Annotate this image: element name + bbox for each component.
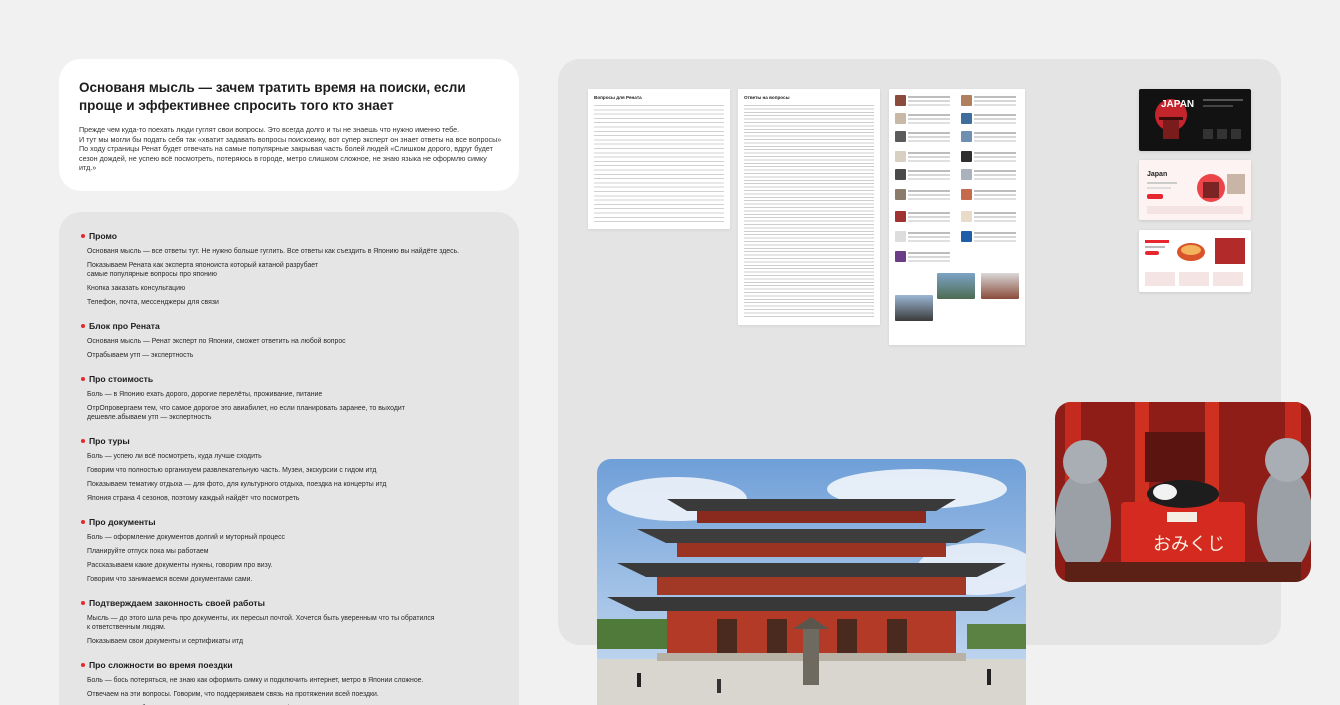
bullet-icon (81, 324, 85, 328)
section-title-label: Подтверждаем законность своей работы (89, 598, 265, 608)
outline-section: Промо Основаня мысль — все ответы тут. Не… (81, 230, 499, 307)
section-item: Отрабываем утп — экспертность (87, 352, 194, 359)
result-item (961, 151, 1017, 167)
site2-logo: Japan (1147, 171, 1167, 178)
result-item (895, 251, 951, 267)
result-item (961, 169, 1017, 185)
section-title: Блок про Рената (81, 320, 499, 332)
section-title-label: Про туры (89, 436, 130, 446)
result-item (895, 113, 951, 129)
result-item (961, 113, 1017, 129)
lucky-cats-photo-art: おみくじ (1055, 402, 1311, 582)
section-title: Промо (81, 230, 499, 242)
temple-photo (597, 459, 1026, 705)
questions-document-title: Вопросы для Рената (594, 95, 642, 100)
result-photo (895, 295, 933, 321)
result-item (895, 189, 951, 205)
bullet-icon (81, 601, 85, 605)
temple-photo-art (597, 459, 1026, 705)
result-item (961, 189, 1017, 205)
section-item: Говорим что полностью организуем развлек… (87, 467, 377, 474)
result-photo (937, 273, 975, 299)
section-title: Про туры (81, 435, 499, 447)
outline-section: Про документы Боль — оформление документо… (81, 516, 499, 584)
section-item: Говорим что занимаемся всеми документами… (87, 576, 253, 583)
intro-text: Прежде чем куда-то поехать люди гуглят с… (79, 125, 502, 173)
cats-sign-text: おみくじ (1153, 534, 1225, 555)
section-item: Основаня мысль — Ренат эксперт по Японии… (87, 338, 346, 345)
outline-section: Блок про Рената Основаня мысль — Ренат эк… (81, 320, 499, 360)
result-photo (981, 273, 1019, 299)
site-thumbnail-dark[interactable]: JAPAN (1139, 89, 1251, 151)
intro-card: Основаня мысль — зачем тратить время на … (59, 59, 519, 191)
bullet-icon (81, 439, 85, 443)
section-title-label: Промо (89, 231, 118, 241)
site-thumbnail-light[interactable]: Japan (1139, 160, 1251, 220)
section-item: Отвечаем на эти вопросы. Говорим, что по… (87, 691, 379, 698)
section-title: Подтверждаем законность своей работы (81, 597, 499, 609)
result-item (895, 95, 951, 111)
section-title: Про стоимость (81, 373, 499, 385)
section-title-label: Про документы (89, 517, 156, 527)
result-item (961, 131, 1017, 147)
bullet-icon (81, 663, 85, 667)
result-item (895, 169, 951, 185)
outline-card: Промо Основаня мысль — все ответы тут. Не… (59, 212, 519, 705)
outline-section: Про туры Боль — успею ли всё посмотреть, … (81, 435, 499, 503)
section-item: Телефон, почта, мессенджеры для связи (87, 299, 219, 306)
section-title-label: Про сложности во время поездки (89, 660, 233, 670)
result-item (895, 131, 951, 147)
intro-title: Основаня мысль — зачем тратить время на … (79, 80, 466, 113)
result-item (895, 211, 951, 227)
section-item: Планируйте отпуск пока мы работаем (87, 548, 209, 555)
section-item: Кнопка заказать консультацию (87, 285, 186, 292)
section-item: ОтрОпровергаем тем, что самое дорогое эт… (87, 405, 405, 421)
outline-section: Про стоимость Боль — в Японию ехать дорог… (81, 373, 499, 422)
section-item: Боль — в Японию ехать дорого, дорогие пе… (87, 391, 323, 398)
bullet-icon (81, 520, 85, 524)
section-title-label: Про стоимость (89, 374, 154, 384)
lucky-cats-photo: おみくじ (1055, 402, 1311, 582)
section-item: Показываем Рената как эксперта японоиста… (87, 262, 319, 278)
outline-section: Подтверждаем законность своей работы Мысл… (81, 597, 499, 646)
bullet-icon (81, 234, 85, 238)
result-item (961, 95, 1017, 111)
site1-logo: JAPAN (1161, 99, 1194, 110)
answers-document[interactable]: Ответы на вопросы (738, 89, 880, 325)
result-item (961, 211, 1017, 227)
section-title: Про сложности во время поездки (81, 659, 499, 671)
site-thumbnail-dark-art: JAPAN (1155, 99, 1243, 139)
section-item: Боль — успею ли всё посмотреть, куда луч… (87, 453, 262, 460)
result-item (895, 231, 951, 247)
section-item: Показываем тематику отдыха — для фото, д… (87, 481, 387, 488)
result-item (961, 231, 1017, 247)
site-thumbnail-light-art: Japan (1139, 160, 1251, 220)
section-item: Боль — бось потеряться, не знаю как офор… (87, 677, 424, 684)
result-item (895, 151, 951, 167)
section-title-label: Блок про Рената (89, 321, 160, 331)
section-title: Про документы (81, 516, 499, 528)
section-item: Показываем свои документы и сертификаты … (87, 638, 243, 645)
search-results-document[interactable] (889, 89, 1025, 345)
section-item: Рассказываем какие документы нужны, гово… (87, 562, 273, 569)
section-item: Мысль — до этого шла речь про документы,… (87, 615, 435, 631)
answers-document-title: Ответы на вопросы (744, 95, 790, 100)
outline-section: Про сложности во время поездки Боль — бос… (81, 659, 499, 705)
site-thumbnail-food[interactable] (1139, 230, 1251, 292)
answers-document-lines (744, 105, 874, 319)
bullet-icon (81, 377, 85, 381)
site-thumbnail-food-art (1139, 230, 1251, 292)
section-item: Япония страна 4 сезонов, поэтому каждый … (87, 495, 300, 502)
questions-document-lines (594, 105, 724, 223)
section-item: Основаня мысль — все ответы тут. Не нужн… (87, 248, 460, 255)
questions-document[interactable]: Вопросы для Рената (588, 89, 730, 229)
section-item: Боль — оформление документов долгий и му… (87, 534, 285, 541)
